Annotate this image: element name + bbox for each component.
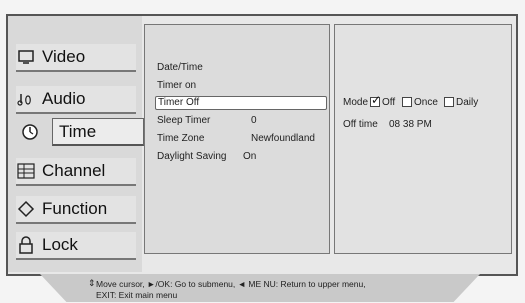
menu-item-function[interactable]: Function [16,196,136,224]
time-zone-value: Newfoundland [251,133,315,144]
submenu-item-date-time[interactable]: Date/Time [157,62,203,73]
audio-notes-icon [16,90,36,108]
mode-once-label: Once [414,97,438,108]
clock-icon [20,123,40,141]
menu-item-time[interactable]: Time [52,118,144,146]
submenu-item-time-zone[interactable]: Time Zone Newfoundland [157,133,315,144]
time-submenu-panel: Date/Time Timer on Timer Off Sleep Timer… [144,24,330,254]
mode-once-checkbox[interactable] [402,97,412,107]
submenu-item-timer-off[interactable]: Timer Off [155,96,327,110]
off-time-value[interactable]: 08 38 PM [389,119,432,130]
mode-daily-label: Daily [456,97,479,108]
menu-label-lock: Lock [42,235,78,254]
menu-item-video[interactable]: Video [16,44,136,72]
menu-label-time: Time [59,121,97,141]
mode-label: Mode [343,97,369,108]
menu-item-lock[interactable]: Lock [16,232,136,260]
off-time-label: Off time [343,119,378,130]
submenu-item-timer-on[interactable]: Timer on [157,80,196,91]
help-line-2: EXIT: Exit main menu [96,290,178,300]
video-screen-icon [16,48,36,66]
lock-icon [16,236,36,254]
menu-item-channel[interactable]: Channel [16,158,136,186]
function-diamond-icon [16,200,36,218]
mode-off-checkbox[interactable]: ✓ [370,93,382,107]
help-line-1: Move cursor, ►/OK: Go to submenu, ◄ ME N… [96,279,366,289]
menu-item-audio[interactable]: Audio [16,86,136,114]
up-down-arrow-icon: ⇕ [88,278,96,288]
menu-label-channel: Channel [42,161,106,180]
daylight-saving-value: On [243,151,257,162]
submenu-item-daylight-saving[interactable]: Daylight Saving On [157,151,256,162]
menu-label-video: Video [42,47,86,66]
submenu-item-sleep-timer[interactable]: Sleep Timer 0 [157,115,257,126]
menu-label-function: Function [42,199,108,218]
sleep-timer-value: 0 [251,115,257,126]
menu-label-audio: Audio [42,89,86,108]
channel-grid-icon [16,162,36,180]
timer-off-detail-panel: Mode ✓ Off Once Daily Off time 08 38 PM [334,24,512,254]
checkmark-icon: ✓ [371,93,382,107]
mode-daily-checkbox[interactable] [444,97,454,107]
mode-off-label: Off [382,97,396,108]
